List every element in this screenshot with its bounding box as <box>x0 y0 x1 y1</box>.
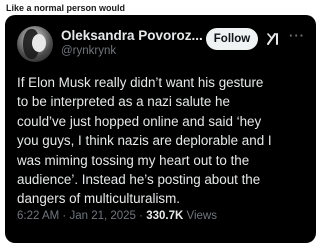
avatar[interactable] <box>17 26 53 62</box>
meta-separator: · <box>139 210 144 222</box>
tweet-card: Oleksandra Povoroz... @rynkrynk Follow ·… <box>5 15 316 243</box>
views-count: 330.7K <box>146 210 184 222</box>
tweet-text-line: was miming tossing my heart out to the <box>17 152 250 168</box>
grok-icon[interactable] <box>266 32 282 46</box>
follow-button[interactable]: Follow <box>206 28 258 50</box>
meta-separator: · <box>62 210 67 222</box>
tweet-text-line: could’ve just hopped online and said ‘he… <box>17 113 262 129</box>
tweet-text: If Elon Musk really didn’t want his gest… <box>17 73 309 209</box>
tweet-header: Oleksandra Povoroz... @rynkrynk Follow ·… <box>17 26 308 62</box>
tweet-text-line: dangers of multiculturalism. <box>17 191 180 207</box>
tweet-time[interactable]: 6:22 AM <box>17 210 59 222</box>
tweet-date[interactable]: Jan 21, 2025 <box>69 210 136 222</box>
tweet-meta: 6:22 AM · Jan 21, 2025 · 330.7K Views <box>17 210 217 222</box>
author-name[interactable]: Oleksandra Povoroz... <box>61 28 203 43</box>
tweet-text-line: audience’. Instead he’s posting about th… <box>17 172 261 188</box>
tweet-text-line: If Elon Musk really didn’t want his gest… <box>17 75 264 90</box>
tweet-text-line: you guys, I think nazis are deplorable a… <box>17 133 272 149</box>
meme-caption: Like a normal person would <box>6 3 126 13</box>
author-handle[interactable]: @rynkrynk <box>61 45 116 57</box>
avatar-face <box>32 34 46 52</box>
tweet-text-line: to be interpreted as a nazi salute he <box>17 94 230 110</box>
views-label: Views <box>186 210 217 222</box>
more-options-icon[interactable]: ··· <box>289 28 305 43</box>
